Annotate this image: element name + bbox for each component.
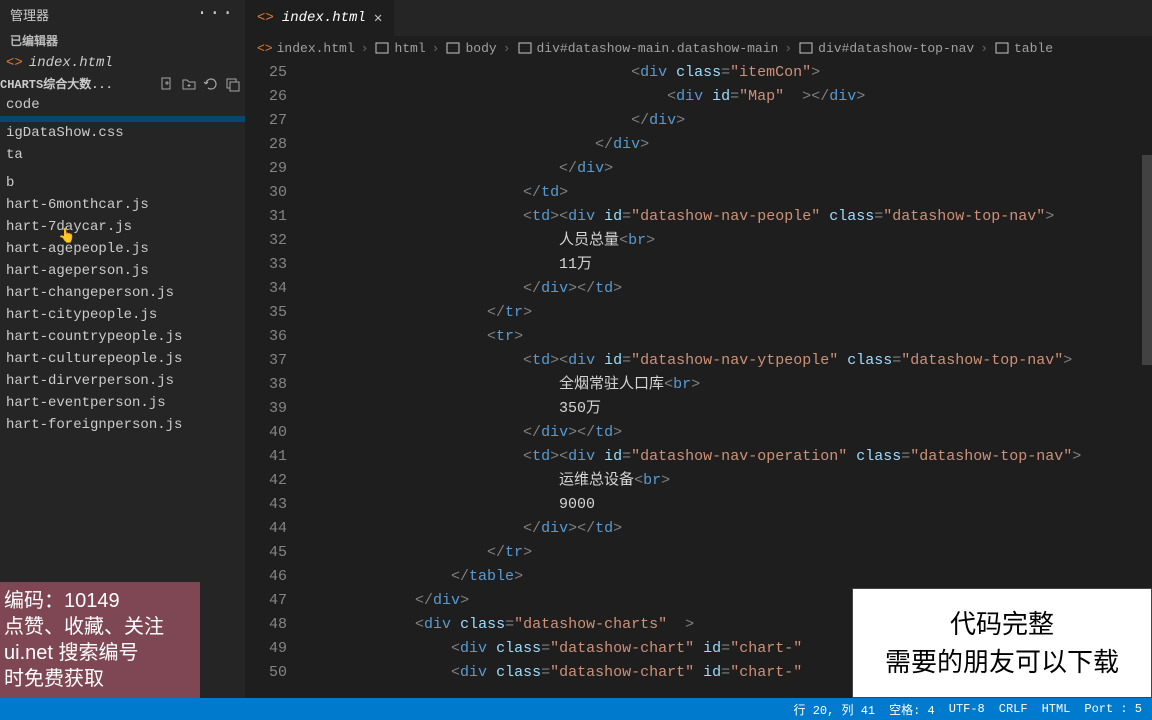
promo-overlay: 编码：10149 点赞、收藏、关注 ui.net 搜索编号 时免费获取 xyxy=(0,582,200,698)
breadcrumb-item[interactable]: div#datashow-main.datashow-main xyxy=(517,40,779,56)
file-tree-item[interactable]: hart-ageperson.js xyxy=(0,260,245,282)
chevron-right-icon: › xyxy=(980,41,988,56)
new-folder-icon[interactable] xyxy=(181,76,197,92)
file-tree-item[interactable]: hart-7daycar.js xyxy=(0,216,245,238)
mouse-cursor-icon: 👆 xyxy=(58,228,75,245)
tab-index-html[interactable]: <> index.html ✕ xyxy=(245,0,395,36)
file-tree-item[interactable]: hart-agepeople.js xyxy=(0,238,245,260)
promo-line: 编码：10149 xyxy=(4,588,196,614)
file-tree-item[interactable]: b xyxy=(0,172,245,194)
status-eol[interactable]: CRLF xyxy=(999,702,1028,716)
file-tree-item[interactable]: hart-dirverperson.js xyxy=(0,370,245,392)
html-file-icon: <> xyxy=(257,10,274,26)
breadcrumb-item[interactable]: <>index.html xyxy=(257,41,355,56)
project-name[interactable]: CHARTS综合大数... xyxy=(0,75,113,92)
status-encoding[interactable]: UTF-8 xyxy=(949,702,985,716)
element-icon xyxy=(994,40,1010,56)
close-icon[interactable]: ✕ xyxy=(374,10,382,27)
element-icon xyxy=(445,40,461,56)
promo-line: 时免费获取 xyxy=(4,666,196,692)
element-icon xyxy=(798,40,814,56)
tab-bar: <> index.html ✕ xyxy=(245,0,1152,36)
html-file-icon: <> xyxy=(257,41,273,56)
file-tree-item[interactable]: hart-citypeople.js xyxy=(0,304,245,326)
open-editor-item[interactable]: <> index.html xyxy=(0,53,245,73)
file-tree-item[interactable]: hart-changeperson.js xyxy=(0,282,245,304)
breadcrumb-item[interactable]: div#datashow-top-nav xyxy=(798,40,974,56)
file-tree-item[interactable]: hart-culturepeople.js xyxy=(0,348,245,370)
breadcrumb-item[interactable]: html xyxy=(374,40,425,56)
status-port[interactable]: Port : 5 xyxy=(1084,702,1142,716)
html-file-icon: <> xyxy=(6,55,23,71)
file-tree-item[interactable]: hart-countrypeople.js xyxy=(0,326,245,348)
element-icon xyxy=(374,40,390,56)
sidebar-title: 管理器 xyxy=(10,5,49,24)
chevron-right-icon: › xyxy=(503,41,511,56)
status-position[interactable]: 行 20, 列 41 xyxy=(794,701,876,718)
element-icon xyxy=(517,40,533,56)
open-editors-section[interactable]: 已编辑器 xyxy=(0,28,245,53)
file-tree-item[interactable]: hart-eventperson.js xyxy=(0,392,245,414)
promo-line: ui.net 搜索编号 xyxy=(4,640,196,666)
collapse-icon[interactable] xyxy=(225,76,241,92)
info-line: 需要的朋友可以下载 xyxy=(885,643,1119,681)
info-line: 代码完整 xyxy=(950,605,1054,643)
sidebar-more-icon[interactable]: ··· xyxy=(197,4,235,24)
breadcrumb-item[interactable]: body xyxy=(445,40,496,56)
file-tree-item[interactable]: code xyxy=(0,94,245,116)
line-gutter: 2526272829303132333435363738394041424344… xyxy=(245,61,307,698)
chevron-right-icon: › xyxy=(784,41,792,56)
tab-filename: index.html xyxy=(282,10,366,26)
chevron-right-icon: › xyxy=(361,41,369,56)
info-overlay: 代码完整 需要的朋友可以下载 xyxy=(852,588,1152,698)
file-tree-item[interactable]: hart-6monthcar.js xyxy=(0,194,245,216)
chevron-right-icon: › xyxy=(432,41,440,56)
breadcrumb-item[interactable]: table xyxy=(994,40,1053,56)
status-lang[interactable]: HTML xyxy=(1042,702,1071,716)
file-tree-item[interactable]: hart-foreignperson.js xyxy=(0,414,245,436)
promo-line: 点赞、收藏、关注 xyxy=(4,614,196,640)
file-tree-item[interactable]: ta xyxy=(0,144,245,166)
breadcrumb[interactable]: <>index.html › html › body › div#datashow-main… xyxy=(245,36,1152,61)
refresh-icon[interactable] xyxy=(203,76,219,92)
file-tree-item[interactable]: igDataShow.css xyxy=(0,122,245,144)
status-bar: 行 20, 列 41 空格: 4 UTF-8 CRLF HTML Port : … xyxy=(0,698,1152,720)
open-editor-filename: index.html xyxy=(29,55,113,71)
new-file-icon[interactable] xyxy=(159,76,175,92)
status-spaces[interactable]: 空格: 4 xyxy=(889,701,935,718)
